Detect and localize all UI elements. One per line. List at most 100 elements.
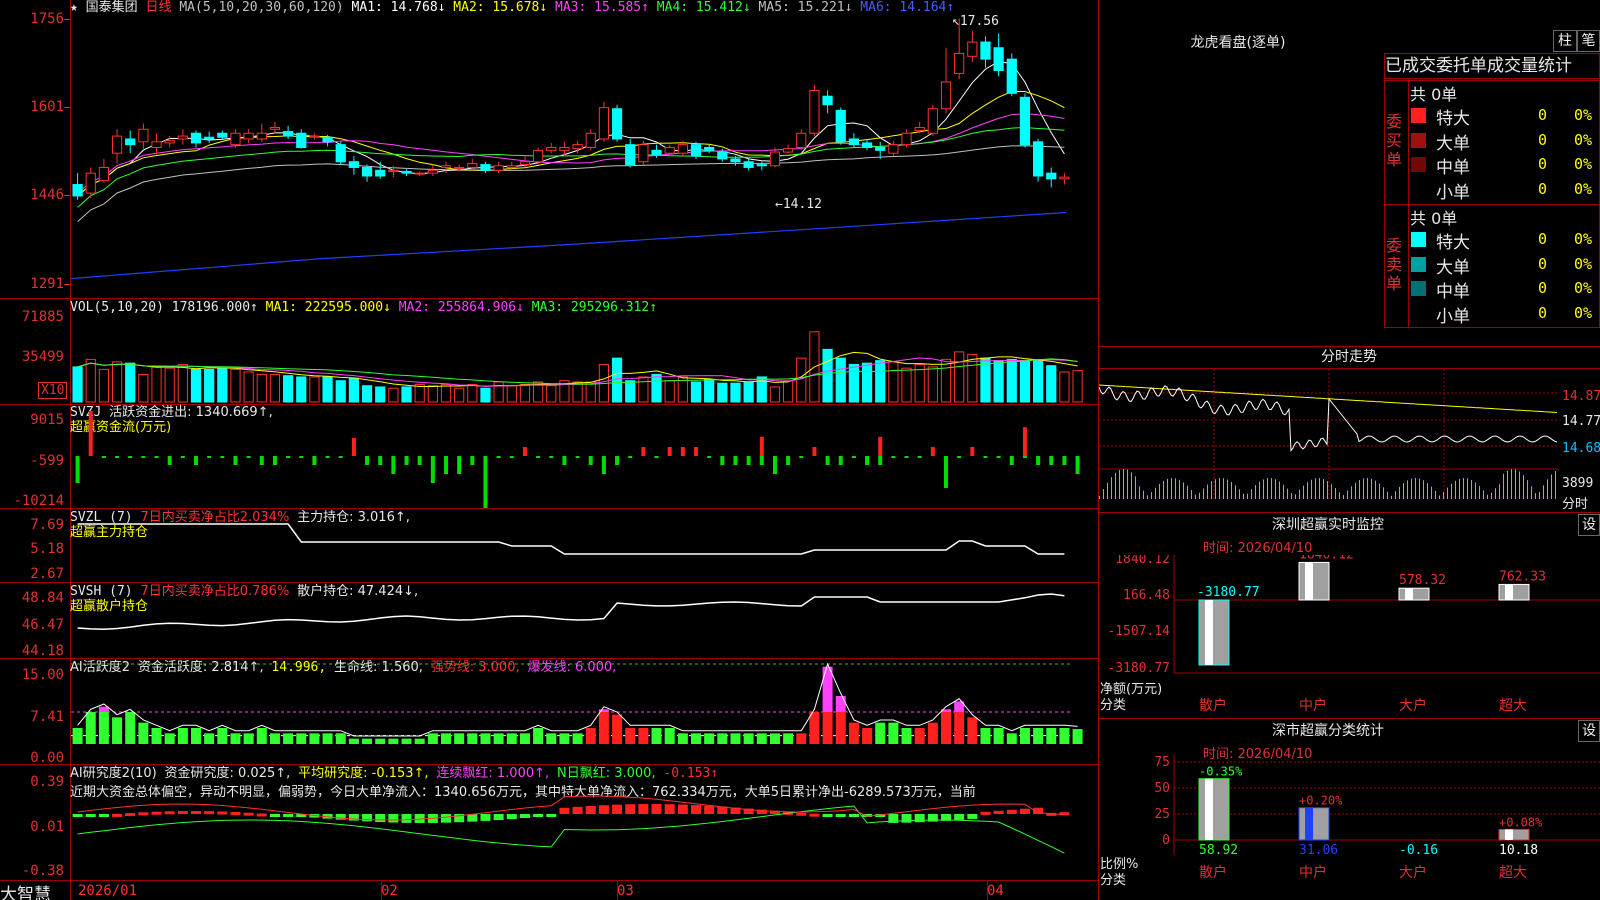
minute-volume-bar — [1487, 494, 1488, 499]
ss-category-label: 大户 — [1399, 864, 1427, 881]
minute-volume-bar — [1443, 491, 1444, 499]
trading-terminal: ★ 国泰集团 日线 MA(5,10,20,30,60,120) MA1: 14.… — [0, 0, 1600, 900]
minute-volume-bar — [1267, 478, 1268, 499]
research-bar — [809, 813, 820, 817]
ma120-line — [71, 211, 1067, 280]
sz-axis-label: 166.48 — [1123, 588, 1170, 603]
activity-bar — [572, 733, 583, 744]
tab-executed[interactable]: 已成交 — [1385, 56, 1436, 76]
sz-bar-highlight — [1205, 600, 1213, 665]
ss-side-labels: 比例% 分类 — [1100, 857, 1139, 888]
activity-bar — [954, 712, 965, 744]
minute-volume-bar — [1375, 480, 1376, 499]
volume-chart[interactable] — [71, 298, 1098, 404]
minute-volume-bar — [1295, 494, 1296, 499]
volume-bar — [388, 387, 399, 403]
minute-volume-bar — [1151, 492, 1152, 499]
candle-body — [861, 142, 873, 149]
flow-bar — [1075, 456, 1080, 474]
tab-orders[interactable]: 委托单 — [1436, 56, 1487, 76]
activity-bar — [677, 733, 688, 744]
flow-bar — [654, 456, 659, 458]
ss-settings-button[interactable]: 设 — [1578, 720, 1600, 742]
candle-body — [85, 172, 96, 194]
sz-monitor-chart[interactable]: 1840.12 166.48 -1507.14 -3180.77 -3180.77 散户 1… — [1100, 555, 1600, 715]
activity-bar — [441, 733, 451, 744]
candle-body — [190, 132, 202, 144]
candle-body — [704, 147, 715, 151]
minute-volume-bar — [1455, 480, 1456, 499]
minute-volume-bar — [1159, 483, 1160, 499]
minute-volume-bar — [1147, 495, 1148, 499]
flow-bar — [970, 447, 975, 456]
minute-volume-bar — [1331, 484, 1332, 499]
candle-body — [414, 172, 425, 175]
ss-bar-highlight — [1505, 829, 1513, 840]
order-percent: 0% — [1574, 106, 1593, 124]
minute-volume-bar — [1499, 484, 1500, 499]
minute-volume-bar — [1387, 491, 1388, 499]
sz-axis-label: 1840.12 — [1115, 555, 1170, 567]
minute-volume-bar — [1451, 483, 1452, 499]
activity-bar — [322, 733, 333, 744]
activity-bar — [480, 733, 491, 744]
research-chart[interactable] — [71, 764, 1098, 880]
candle-body — [388, 169, 399, 172]
activity-bar — [980, 728, 991, 744]
activity-bar — [743, 733, 754, 744]
flow-bar — [167, 456, 172, 465]
ss-axis-label: 50 — [1154, 781, 1170, 796]
candle-body — [730, 158, 741, 163]
activity-chart[interactable] — [71, 658, 1098, 764]
candle-body — [546, 147, 557, 151]
ss-delta-label: -0.35% — [1199, 765, 1243, 779]
volume-bar — [743, 381, 754, 403]
brand-logo[interactable]: 大智慧 — [0, 880, 51, 900]
flow-bar — [1009, 456, 1014, 465]
research-bar — [98, 814, 109, 817]
tab-volume-stats[interactable]: 成交量统计 — [1487, 56, 1572, 76]
candlestick-chart[interactable] — [71, 0, 1098, 298]
minute-volume-bar — [1447, 487, 1448, 499]
volume-bar — [1046, 365, 1057, 403]
flow-bar — [75, 456, 80, 483]
main-holding-chart[interactable] — [71, 508, 1098, 582]
candle-body — [269, 127, 281, 130]
flow-bar — [733, 456, 738, 465]
fund-flow-chart[interactable] — [71, 404, 1098, 508]
minute-volume-bar — [1459, 478, 1460, 499]
activity-bar — [98, 712, 109, 744]
volume-bar — [335, 380, 346, 403]
research-bar — [243, 812, 254, 816]
research-bar — [1006, 809, 1017, 814]
volume-bar — [151, 366, 162, 403]
volume-bar — [296, 376, 307, 403]
retail-holding-chart[interactable] — [71, 582, 1098, 658]
candle-body — [361, 166, 373, 177]
flow-bar — [325, 456, 330, 458]
minute-chart[interactable] — [1099, 369, 1559, 509]
research-bar — [164, 811, 175, 815]
ss-chart[interactable]: 75 50 25 0 -0.35% 58.92 散户 +0.20% 31.06 中户 -0.16 大户… — [1100, 755, 1600, 900]
svsh-axis-label: 46.47 — [21, 617, 64, 633]
activity-bar — [414, 738, 425, 744]
activity-bar — [72, 728, 83, 744]
flow-bar — [680, 447, 685, 456]
sz-value-label: 762.33 — [1499, 569, 1546, 584]
sell-total: 共 0单 — [1410, 209, 1458, 228]
bar-mode-button[interactable]: 柱 — [1553, 30, 1577, 52]
flow-bar — [983, 456, 988, 458]
research-bar — [125, 813, 136, 817]
sz-category-label: 散户 — [1199, 697, 1227, 714]
flow-bar — [457, 456, 462, 474]
research-bar — [441, 814, 451, 823]
sz-settings-button[interactable]: 设 — [1578, 514, 1600, 536]
minute-volume-bar — [1547, 479, 1548, 499]
candle-body — [822, 95, 833, 106]
volume-bar — [283, 375, 294, 403]
minute-axis-label: 14.87 — [1562, 389, 1600, 404]
tick-mode-button[interactable]: 笔 — [1577, 30, 1600, 52]
minute-volume-bar — [1327, 481, 1328, 499]
flow-bar — [667, 447, 672, 456]
flow-bar — [444, 456, 448, 474]
